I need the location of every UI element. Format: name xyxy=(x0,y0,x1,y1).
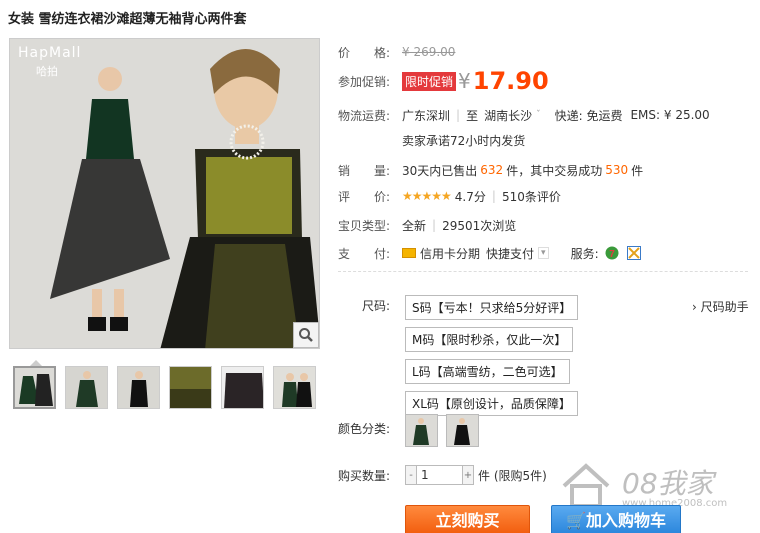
item-type-row: 宝贝类型: 全新 | 29501次浏览 xyxy=(338,215,516,235)
payment-row: 支 付: 信用卡分期 快捷支付 ▾ 服务: 7 xyxy=(338,243,641,263)
sales-label: 销 量: xyxy=(338,163,391,178)
quantity-plus-button[interactable]: + xyxy=(462,465,474,485)
add-to-cart-label: 加入购物车 xyxy=(585,511,666,530)
size-option-s[interactable]: S码【亏本！只求给5分好评】 xyxy=(405,295,579,320)
express-fee: 快递: 免运费 xyxy=(554,108,623,123)
zoom-icon[interactable] xyxy=(293,322,319,348)
review-count-link[interactable]: 510条评价 xyxy=(502,188,561,205)
thumbnail-1[interactable] xyxy=(13,366,56,409)
ems-fee: EMS: ¥ 25.00 xyxy=(630,108,710,122)
credit-card-icon xyxy=(402,248,416,258)
cart-icon: 🛒 xyxy=(566,511,586,530)
price-row: 价 格: ¥ 269.00 xyxy=(338,42,455,62)
current-price: 17.90 xyxy=(472,67,549,95)
installment-link[interactable]: 信用卡分期 xyxy=(420,245,480,262)
quick-pay-link[interactable]: 快捷支付 xyxy=(486,245,534,262)
quantity-input[interactable]: 1 xyxy=(417,465,462,485)
payment-label: 支 付: xyxy=(338,246,391,261)
rating-label: 评 价: xyxy=(338,189,391,204)
seven-day-return-text: 7 xyxy=(609,249,615,260)
ship-promise: 卖家承诺72小时内发货 xyxy=(402,133,526,148)
chevron-down-icon[interactable]: ▾ xyxy=(538,247,549,259)
quantity-limit-text: 件 (限购5件) xyxy=(478,468,547,483)
price-label: 价 格: xyxy=(338,45,391,60)
size-option-m[interactable]: M码【限时秒杀，仅此一次】 xyxy=(405,327,574,352)
success-count: 530 xyxy=(605,163,629,177)
sold-count: 632 xyxy=(480,163,504,177)
sales-row: 销 量: 30天内已售出 632 件，其中交易成功 530 件 xyxy=(338,160,643,180)
buy-now-button[interactable]: 立刻购买 xyxy=(405,505,530,533)
thumbnail-5[interactable] xyxy=(221,366,264,409)
quantity-stepper: - 1 + 件 (限购5件) xyxy=(405,465,547,485)
item-condition: 全新 xyxy=(402,218,427,233)
guarantee-icon[interactable] xyxy=(626,246,641,260)
thumbnail-6[interactable] xyxy=(273,366,316,409)
currency-symbol: ¥ xyxy=(458,69,471,93)
quantity-label: 购买数量: xyxy=(338,469,391,483)
ship-from: 广东深圳 xyxy=(402,108,451,123)
color-label: 颜色分类: xyxy=(338,422,391,436)
seven-day-return-icon[interactable]: 7 xyxy=(605,246,619,260)
chevron-down-icon[interactable]: ˇ xyxy=(536,110,541,120)
promo-row: 参加促销: 限时促销 ¥ 17.90 xyxy=(338,67,549,95)
sales-text-3: 件 xyxy=(631,163,644,178)
logistics-row: 物流运费: 广东深圳 | 至 湖南长沙 ˇ 快递: 免运费 EMS: ¥ 25.… xyxy=(338,105,710,125)
ship-to-select[interactable]: 湖南长沙 xyxy=(484,107,532,124)
color-options xyxy=(405,414,479,447)
color-option-green[interactable] xyxy=(405,414,438,447)
brand-subtitle: 哈拍 xyxy=(36,65,58,78)
divider-bar: | xyxy=(491,189,496,203)
sales-text-2: 件，其中交易成功 xyxy=(506,163,603,178)
quantity-minus-button[interactable]: - xyxy=(405,465,417,485)
size-label: 尺码: xyxy=(362,299,391,313)
thumbnail-2[interactable] xyxy=(65,366,108,409)
product-title: 女装 雪纺连衣裙沙滩超薄无袖背心两件套 xyxy=(8,12,247,27)
original-price: ¥ 269.00 xyxy=(402,45,456,59)
add-to-cart-button[interactable]: 🛒加入购物车 xyxy=(551,505,681,533)
model-photo xyxy=(10,39,319,348)
item-type-label: 宝贝类型: xyxy=(338,218,391,233)
thumbnail-3[interactable] xyxy=(117,366,160,409)
star-rating-icon: ★★★★★ xyxy=(402,189,452,203)
view-count: 29501次浏览 xyxy=(442,218,517,233)
watermark-text: 08我家 xyxy=(622,467,714,500)
size-option-l[interactable]: L码【高端雪纺，二色可选】 xyxy=(405,359,570,384)
section-divider xyxy=(338,271,748,272)
sales-text-1: 30天内已售出 xyxy=(402,163,478,178)
rating-row: 评 价: ★★★★★ 4.7分 | 510条评价 xyxy=(338,186,561,206)
ship-to-prefix: 至 xyxy=(466,108,479,123)
brand-logo: HapMall xyxy=(18,45,82,61)
divider-bar: | xyxy=(456,108,461,122)
rating-score: 4.7分 xyxy=(454,189,486,204)
size-options: S码【亏本！只求给5分好评】 M码【限时秒杀，仅此一次】 L码【高端雪纺，二色可… xyxy=(405,295,579,416)
logistics-label: 物流运费: xyxy=(338,108,391,123)
size-helper-link[interactable]: › 尺码助手 xyxy=(692,298,749,315)
size-option-xl[interactable]: XL码【原创设计，品质保障】 xyxy=(405,391,578,416)
divider-bar: | xyxy=(432,218,437,232)
thumbnail-4[interactable] xyxy=(169,366,212,409)
promo-label: 参加促销: xyxy=(338,74,391,89)
thumbnail-strip xyxy=(13,366,316,409)
services-label: 服务: xyxy=(570,246,599,261)
color-option-black[interactable] xyxy=(446,414,479,447)
promo-tag-badge: 限时促销 xyxy=(402,71,457,91)
house-icon xyxy=(562,463,610,508)
main-product-image[interactable]: HapMall 哈拍 xyxy=(9,38,320,349)
